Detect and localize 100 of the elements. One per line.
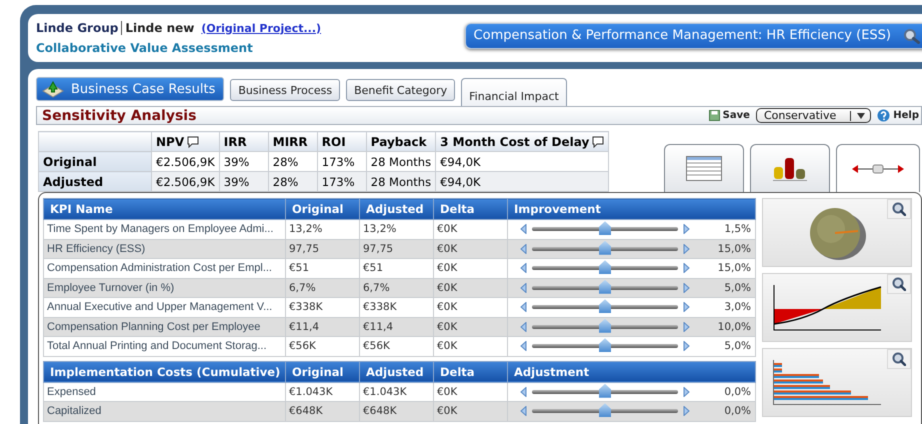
increase-arrow-icon[interactable] [683, 302, 690, 312]
slider-value: 3,0% [723, 301, 751, 314]
zoom-button[interactable] [887, 274, 911, 294]
tab[interactable]: Business Process [230, 79, 340, 101]
table-cell: €11,4 [286, 317, 360, 336]
selection-button[interactable]: Compensation & Performance Management: HR Efficiency (ESS) [464, 22, 922, 48]
company-name: Linde Group [36, 21, 118, 35]
table-cell: €94,0K [436, 172, 609, 192]
slider-thumb[interactable] [599, 221, 611, 236]
increase-arrow-icon[interactable] [683, 244, 690, 254]
increase-arrow-icon[interactable] [683, 224, 690, 234]
table-cell: 6,7% [360, 278, 434, 298]
table-cell: €94,0K [436, 152, 609, 172]
table-cell: €648K [286, 402, 360, 421]
kpi-name-cell: Compensation Planning Cost per Employee [44, 317, 286, 336]
original-project-link[interactable]: (Original Project...) [201, 22, 322, 34]
increase-arrow-icon[interactable] [683, 263, 690, 274]
slider-value: 10,0% [716, 320, 751, 333]
view-toggle[interactable] [664, 144, 744, 192]
decrease-arrow-icon[interactable] [520, 341, 527, 352]
table-cell: €0K [434, 317, 508, 336]
table-cell: €338K [286, 298, 360, 317]
column-header: Adjustment [508, 361, 756, 382]
box-icon [41, 80, 65, 98]
table-cell: €0K [434, 220, 508, 239]
slider-thumb[interactable] [599, 280, 611, 294]
slider-thumb[interactable] [599, 318, 611, 333]
table-cell: €0K [434, 402, 508, 421]
column-header: Original [286, 198, 360, 220]
table-cell: 39% [219, 172, 268, 192]
kpi-name-cell: Capitalized [44, 402, 286, 421]
slider-value: 5,0% [723, 282, 751, 294]
table-cell: €2.506,9K [152, 152, 220, 172]
save-button[interactable]: Save [706, 110, 752, 121]
help-icon [877, 109, 890, 122]
table-cell: €2.506,9K [152, 172, 220, 192]
table-cell: €51 [360, 258, 434, 278]
tab[interactable]: Financial Impact [461, 78, 567, 107]
increase-arrow-icon[interactable] [683, 322, 690, 332]
slider-thumb[interactable] [599, 338, 611, 352]
table-cell: €0K [434, 336, 508, 356]
slider-value: 1,5% [723, 223, 751, 236]
table-cell: 173% [317, 172, 366, 192]
tab[interactable]: Benefit Category [346, 79, 456, 101]
zoom-button[interactable] [887, 349, 911, 369]
scenario-dropdown[interactable]: Conservative [756, 108, 872, 123]
decrease-arrow-icon[interactable] [520, 322, 527, 332]
kpi-name-cell: HR Efficiency (ESS) [44, 239, 286, 258]
comment-icon[interactable] [592, 136, 604, 148]
decrease-arrow-icon[interactable] [520, 244, 527, 254]
column-header: MIRR [272, 134, 308, 148]
table-cell: €56K [286, 336, 360, 356]
column-header: ROI [322, 134, 346, 148]
zoom-button[interactable] [887, 199, 911, 219]
table-cell: 13,2% [360, 220, 434, 239]
view-toggle[interactable] [836, 144, 920, 192]
increase-arrow-icon[interactable] [683, 386, 690, 397]
decrease-arrow-icon[interactable] [520, 282, 527, 293]
kpi-name-cell: Time Spent by Managers on Employee Admi... [44, 220, 286, 239]
slider-icon [852, 162, 904, 176]
decrease-arrow-icon[interactable] [520, 224, 527, 234]
decrease-arrow-icon[interactable] [520, 386, 527, 397]
save-icon [708, 110, 720, 121]
decrease-arrow-icon[interactable] [520, 263, 527, 274]
slider-thumb[interactable] [599, 403, 611, 418]
decrease-arrow-icon[interactable] [520, 302, 527, 312]
column-header: IRR [224, 134, 247, 148]
slider-value: 15,0% [716, 262, 751, 274]
column-header: Implementation Costs (Cumulative) [44, 361, 286, 382]
slider-thumb[interactable] [599, 384, 611, 398]
increase-arrow-icon[interactable] [683, 282, 690, 293]
column-header: Delta [434, 361, 508, 382]
slider-value: 5,0% [723, 340, 751, 352]
slider-thumb[interactable] [599, 260, 611, 274]
slider-thumb[interactable] [599, 240, 611, 255]
kpi-name-cell: Employee Turnover (in %) [44, 278, 286, 298]
business-case-button[interactable]: Business Case Results [36, 77, 224, 101]
increase-arrow-icon[interactable] [683, 341, 690, 352]
column-header: Original [286, 361, 360, 382]
table-cell: 39% [219, 152, 268, 172]
column-header: Adjusted [360, 361, 434, 382]
column-header: Adjusted [360, 198, 434, 220]
kpi-name-cell: Compensation Administration Cost per Empl... [44, 258, 286, 278]
view-toggle[interactable] [750, 144, 830, 192]
slider-thumb[interactable] [599, 299, 611, 314]
column-header: Payback [370, 134, 427, 148]
kpi-name-cell: Annual Executive and Upper Management V... [44, 298, 286, 317]
table-cell: €56K [360, 336, 434, 356]
table-cell: €0K [434, 258, 508, 278]
help-button[interactable]: Help [875, 109, 921, 122]
column-header: 3 Month Cost of Delay [440, 134, 590, 148]
table-cell: €0K [434, 278, 508, 298]
increase-arrow-icon[interactable] [683, 406, 690, 416]
table-cell: €0K [434, 239, 508, 258]
decrease-arrow-icon[interactable] [520, 406, 527, 416]
project-name: Linde new [125, 21, 194, 35]
comment-icon[interactable] [187, 136, 200, 148]
search-icon [892, 352, 906, 366]
row-header: Adjusted [38, 172, 152, 192]
search-icon [892, 202, 906, 216]
